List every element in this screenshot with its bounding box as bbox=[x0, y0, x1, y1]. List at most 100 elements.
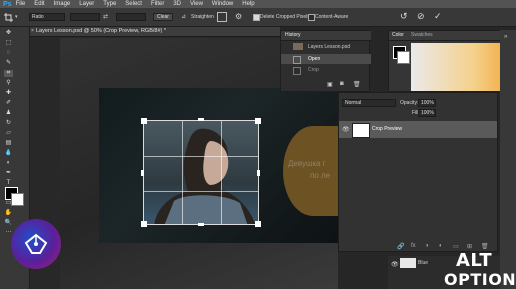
healing-tool-icon[interactable]: ✚ bbox=[4, 90, 13, 97]
folder-icon[interactable]: ▭ bbox=[453, 243, 459, 250]
chevron-down-icon[interactable]: ▾ bbox=[15, 14, 18, 20]
link-icon[interactable]: 🔗 bbox=[397, 243, 404, 250]
trash-icon[interactable]: 🗑 bbox=[353, 81, 361, 88]
crop-handle-bottom[interactable] bbox=[198, 223, 204, 226]
portrait-silhouette bbox=[154, 128, 256, 224]
marquee-tool-icon[interactable]: ⬚ bbox=[4, 40, 13, 47]
menu-select[interactable]: Select bbox=[125, 1, 142, 7]
crop-grid-h1 bbox=[144, 156, 258, 157]
straighten-icon[interactable]: ⊿ bbox=[181, 13, 186, 20]
swap-icon[interactable]: ⇄ bbox=[103, 13, 108, 20]
ratio-dropdown[interactable]: Ratio bbox=[29, 13, 65, 21]
crop-handle-top-right[interactable] bbox=[255, 118, 261, 124]
delete-cropped-checkbox[interactable] bbox=[253, 14, 260, 21]
layers-panel: Normal Opacity: 100% Fill: 100% 👁 Crop P… bbox=[338, 92, 498, 252]
options-bar: ▾ Ratio ⇄ Clear ⊿ Straighten ⚙ Delete Cr… bbox=[0, 8, 516, 27]
content-aware-label[interactable]: Content-Aware bbox=[315, 14, 348, 20]
straighten-label[interactable]: Straighten bbox=[191, 14, 214, 20]
new-layer-icon[interactable]: ⊞ bbox=[467, 243, 472, 250]
clone-stamp-tool-icon[interactable]: ♟ bbox=[4, 110, 13, 117]
blend-mode-dropdown[interactable]: Normal bbox=[342, 99, 396, 107]
menu-edit[interactable]: Edit bbox=[34, 1, 44, 7]
menu-layer[interactable]: Layer bbox=[79, 1, 94, 7]
color-panel: Color Swatches bbox=[388, 30, 516, 92]
crop-handle-bottom-right[interactable] bbox=[255, 221, 261, 227]
gear-icon[interactable]: ⚙ bbox=[235, 12, 242, 21]
menu-view[interactable]: View bbox=[190, 1, 203, 7]
zoom-tool-icon[interactable]: 🔍 bbox=[4, 220, 13, 227]
crop-handle-top[interactable] bbox=[198, 118, 204, 121]
snapshot-label: Layers Lesson.psd bbox=[308, 44, 350, 50]
crop-handle-top-left[interactable] bbox=[141, 118, 147, 124]
history-snapshot[interactable]: Layers Lesson.psd bbox=[281, 42, 371, 52]
eyedropper-tool-icon[interactable]: ⚲ bbox=[4, 80, 13, 87]
new-document-icon[interactable]: ▣ bbox=[327, 81, 333, 88]
type-tool-icon[interactable]: T bbox=[4, 180, 13, 187]
menu-3d[interactable]: 3D bbox=[173, 1, 181, 7]
dodge-tool-icon[interactable]: ◐ bbox=[4, 160, 13, 167]
crop-tool-icon[interactable]: ⌗ bbox=[4, 70, 13, 77]
layer-thumbnail bbox=[400, 258, 416, 268]
shortcut-overlay-line2: OPTION bbox=[444, 270, 516, 289]
reset-icon[interactable]: ↺ bbox=[400, 11, 408, 22]
crop-grid-v1 bbox=[182, 121, 183, 224]
tab-color[interactable]: Color bbox=[392, 32, 404, 38]
move-tool-icon[interactable]: ✥ bbox=[4, 30, 13, 37]
background-color-swatch[interactable] bbox=[11, 193, 24, 206]
history-brush-tool-icon[interactable]: ↻ bbox=[4, 120, 13, 127]
delete-cropped-label[interactable]: Delete Cropped Pixels bbox=[260, 14, 310, 20]
trash-icon[interactable]: 🗑 bbox=[481, 243, 489, 250]
menu-filter[interactable]: Filter bbox=[151, 1, 164, 7]
tab-swatches[interactable]: Swatches bbox=[411, 32, 433, 38]
more-tools-icon[interactable]: … bbox=[4, 228, 13, 235]
pen-tool-icon[interactable]: ✒ bbox=[4, 170, 13, 177]
menu-image[interactable]: Image bbox=[54, 1, 71, 7]
circle-text-line1: Девушка г bbox=[288, 159, 326, 168]
height-field[interactable] bbox=[116, 13, 146, 21]
crop-grid-h2 bbox=[144, 191, 258, 192]
eraser-tool-icon[interactable]: ▱ bbox=[4, 130, 13, 137]
pen-nib-logo-icon bbox=[24, 233, 48, 254]
cancel-icon[interactable]: ⊘ bbox=[417, 11, 425, 22]
menu-file[interactable]: File bbox=[16, 1, 26, 7]
history-item-icon bbox=[293, 67, 301, 75]
crop-handle-right[interactable] bbox=[257, 170, 260, 176]
panel-collapse-icon[interactable]: » bbox=[504, 34, 507, 40]
grid-overlay-icon[interactable] bbox=[217, 12, 227, 22]
eye-icon[interactable]: 👁 bbox=[391, 261, 399, 268]
crop-handle-left[interactable] bbox=[141, 170, 144, 176]
menu-help[interactable]: Help bbox=[242, 1, 254, 7]
crop-box[interactable] bbox=[143, 120, 259, 225]
fx-icon[interactable]: fx bbox=[411, 243, 416, 249]
quick-select-tool-icon[interactable]: ✎ bbox=[4, 60, 13, 67]
layer-row[interactable]: 👁 Crop Preview bbox=[339, 121, 497, 138]
background-color-swatch[interactable] bbox=[397, 51, 410, 64]
hand-tool-icon[interactable]: ✋ bbox=[4, 210, 13, 217]
close-icon[interactable]: × bbox=[31, 28, 34, 34]
lasso-tool-icon[interactable]: ◌ bbox=[4, 50, 13, 57]
history-item[interactable]: Open bbox=[281, 54, 371, 64]
document-tab[interactable]: Layers Lesson.psd @ 50% (Crop Preview, R… bbox=[30, 27, 280, 37]
mask-icon[interactable]: ◑ bbox=[425, 243, 429, 249]
history-tab[interactable]: History bbox=[281, 31, 371, 41]
content-aware-checkbox[interactable] bbox=[308, 14, 315, 21]
menu-type[interactable]: Type bbox=[103, 1, 116, 7]
right-dock: » bbox=[500, 30, 516, 289]
brush-tool-icon[interactable]: ✐ bbox=[4, 100, 13, 107]
history-item[interactable]: Crop bbox=[281, 65, 371, 75]
snapshot-thumbnail bbox=[293, 43, 303, 50]
eye-icon[interactable]: 👁 bbox=[342, 126, 350, 133]
width-field[interactable] bbox=[70, 13, 100, 21]
crop-handle-bottom-left[interactable] bbox=[141, 221, 147, 227]
circle-text: Девушка г по ле bbox=[288, 158, 330, 182]
clear-button[interactable]: Clear bbox=[153, 13, 173, 21]
opacity-field[interactable]: 100% bbox=[418, 99, 436, 107]
crop-tool-icon[interactable] bbox=[4, 13, 13, 22]
menu-window[interactable]: Window bbox=[212, 1, 233, 7]
commit-icon[interactable]: ✓ bbox=[434, 11, 442, 22]
camera-icon[interactable]: ◙ bbox=[340, 81, 344, 87]
gradient-tool-icon[interactable]: ▤ bbox=[4, 140, 13, 147]
adjustment-icon[interactable]: ◐ bbox=[439, 243, 443, 249]
blur-tool-icon[interactable]: 💧 bbox=[4, 150, 13, 157]
fill-field[interactable]: 100% bbox=[418, 109, 436, 117]
